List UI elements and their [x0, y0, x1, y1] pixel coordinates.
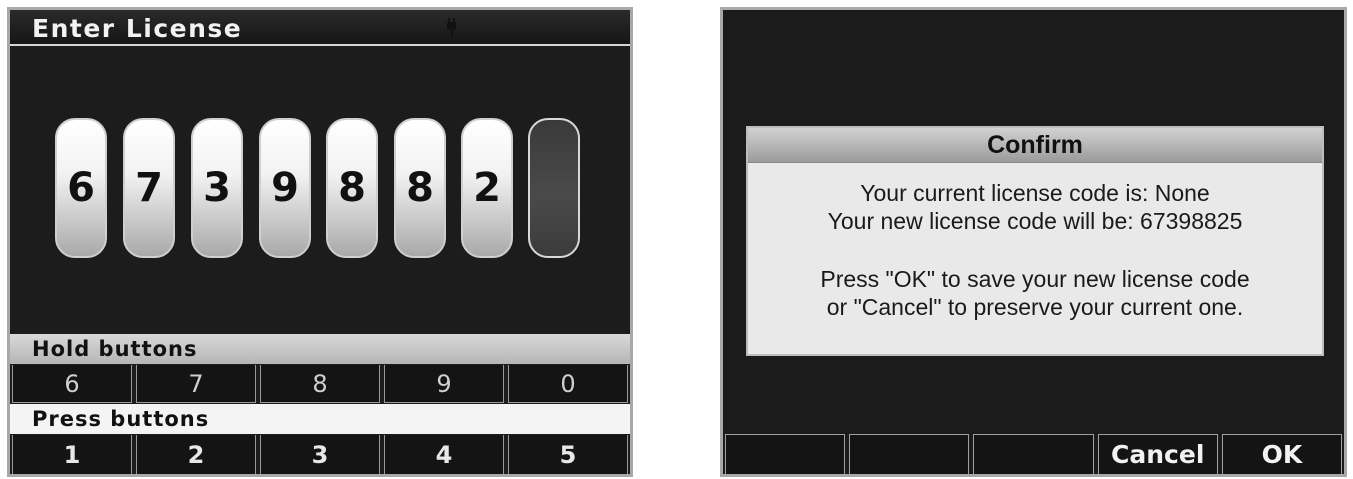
- new-license-text: Your new license code will be: 67398825: [827, 208, 1243, 234]
- softkey-row: Cancel OK: [723, 434, 1344, 474]
- dialog-body: Your current license code is: None Your …: [748, 163, 1322, 321]
- press-key-5[interactable]: 5: [508, 435, 628, 474]
- license-digit-3[interactable]: 3: [191, 118, 243, 258]
- press-key-2[interactable]: 2: [136, 435, 256, 474]
- license-digit-4[interactable]: 9: [259, 118, 311, 258]
- instruction-line-1: Press "OK" to save your new license code: [820, 266, 1250, 292]
- confirm-dialog: Confirm Your current license code is: No…: [746, 126, 1324, 356]
- press-key-4[interactable]: 4: [384, 435, 504, 474]
- hold-key-9[interactable]: 9: [384, 365, 504, 403]
- hold-buttons-label: Hold buttons: [32, 337, 198, 361]
- press-buttons-band: Press buttons: [10, 404, 630, 434]
- confirm-screen: Confirm Your current license code is: No…: [720, 7, 1347, 477]
- cancel-button[interactable]: Cancel: [1097, 434, 1218, 474]
- dialog-title: Confirm: [748, 128, 1322, 163]
- press-buttons-label: Press buttons: [32, 407, 210, 431]
- press-key-3[interactable]: 3: [260, 435, 380, 474]
- hold-buttons-band: Hold buttons: [10, 334, 630, 364]
- license-digit-2[interactable]: 7: [123, 118, 175, 258]
- softkey-2[interactable]: [849, 434, 970, 474]
- current-license-text: Your current license code is: None: [860, 180, 1210, 206]
- license-digit-5[interactable]: 8: [326, 118, 378, 258]
- license-digit-8-active[interactable]: [528, 118, 580, 258]
- license-digit-1[interactable]: 6: [55, 118, 107, 258]
- license-digit-7[interactable]: 2: [461, 118, 513, 258]
- press-key-row: 1 2 3 4 5: [10, 435, 630, 474]
- softkey-1[interactable]: [725, 434, 846, 474]
- hold-key-8[interactable]: 8: [260, 365, 380, 403]
- hold-key-6[interactable]: 6: [12, 365, 132, 403]
- enter-license-screen: Enter License 6 7 3 9 8 8 2 Hold buttons…: [7, 7, 633, 477]
- power-plug-icon: [447, 18, 456, 37]
- hold-key-row: 6 7 8 9 0: [10, 365, 630, 403]
- screen-title: Enter License: [32, 14, 243, 43]
- instruction-line-2: or "Cancel" to preserve your current one…: [826, 294, 1244, 320]
- ok-button[interactable]: OK: [1221, 434, 1343, 474]
- title-bar: Enter License: [10, 10, 630, 46]
- press-key-1[interactable]: 1: [12, 435, 132, 474]
- hold-key-0[interactable]: 0: [508, 365, 628, 403]
- license-digit-6[interactable]: 8: [394, 118, 446, 258]
- hold-key-7[interactable]: 7: [136, 365, 256, 403]
- softkey-3[interactable]: [973, 434, 1094, 474]
